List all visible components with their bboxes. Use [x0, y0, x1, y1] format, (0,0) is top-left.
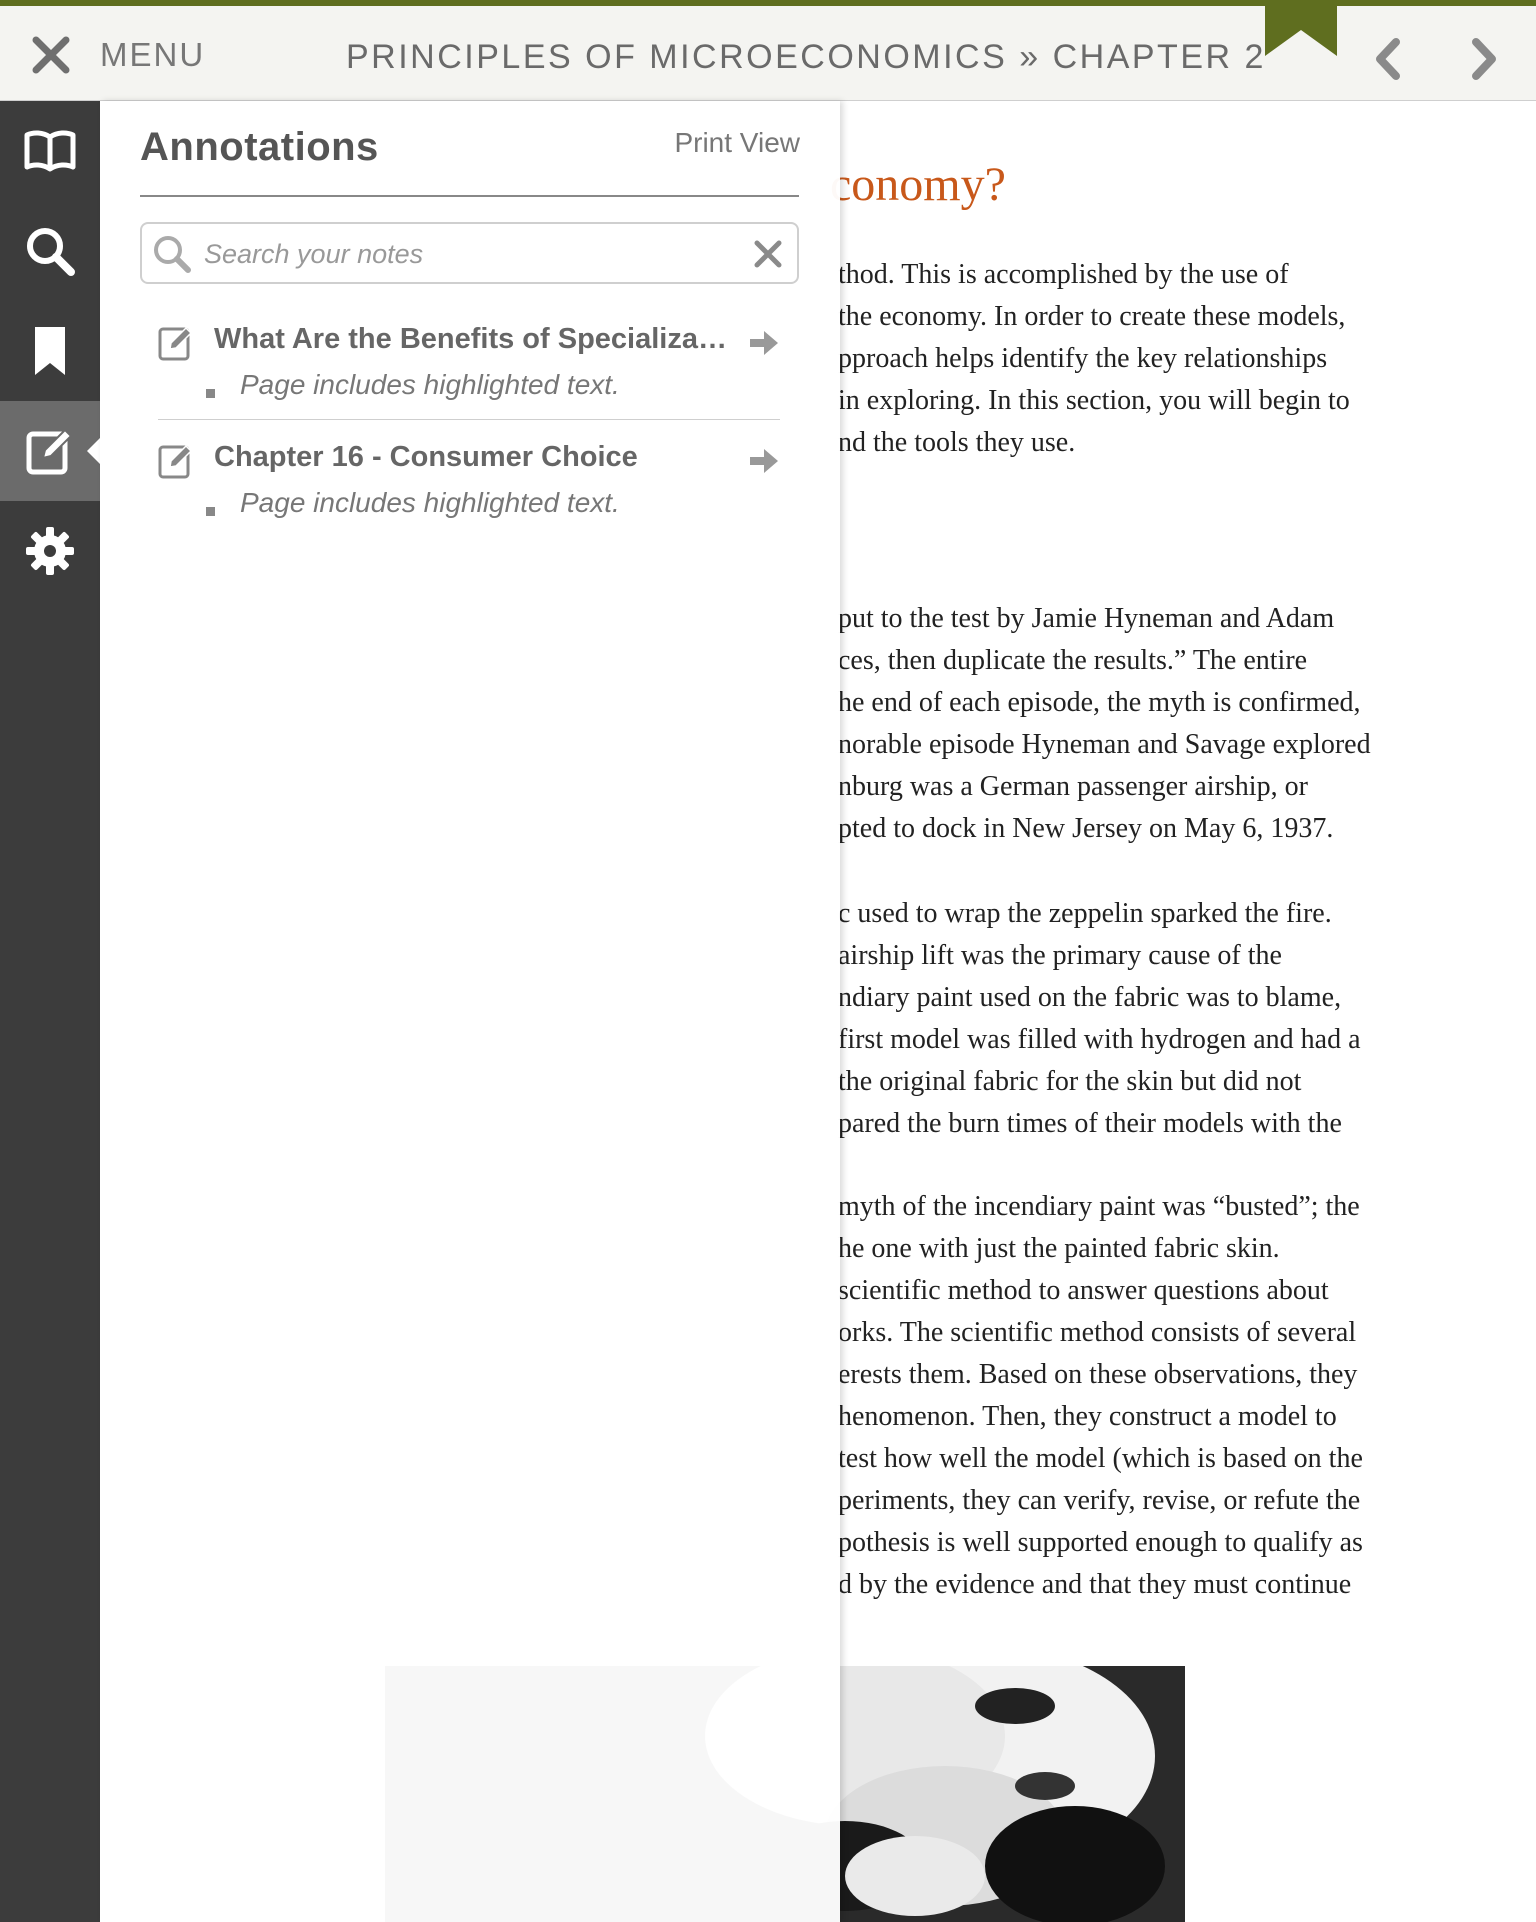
book-icon — [24, 130, 76, 172]
edit-note-icon — [158, 326, 193, 361]
annotate-icon — [26, 428, 73, 475]
annotations-panel: Annotations Print View What Are the Bene… — [100, 101, 840, 1922]
paragraph: thod. This is accomplished by the use of… — [838, 254, 1536, 464]
clear-search-icon[interactable] — [751, 237, 785, 271]
top-bar: MENU PRINCIPLES OF MICROECONOMICS » CHAP… — [0, 0, 1536, 101]
paragraph-line: nburg was a German passenger airship, or — [838, 771, 1308, 802]
paragraph-line: put to the test by Jamie Hyneman and Ada… — [838, 603, 1335, 634]
paragraph-line: scientific method to answer questions ab… — [838, 1275, 1329, 1306]
paragraph-line: in exploring. In this section, you will … — [838, 385, 1350, 416]
edit-note-icon — [158, 444, 193, 479]
sidebar-item-annotations[interactable] — [0, 401, 101, 501]
arrow-right-icon[interactable] — [748, 447, 780, 475]
paragraph-line: the original fabric for the skin but did… — [838, 1066, 1302, 1097]
icon-sidebar — [0, 101, 101, 1922]
annotation-description: Page includes highlighted text. — [240, 487, 620, 518]
paragraph-line: pared the burn times of their models wit… — [838, 1108, 1342, 1139]
paragraph-line: periments, they can verify, revise, or r… — [838, 1485, 1361, 1516]
paragraph-line: myth of the incendiary paint was “busted… — [838, 1191, 1360, 1222]
menu-label[interactable]: MENU — [100, 36, 205, 74]
section-heading-text: conomy? — [830, 158, 1006, 211]
close-icon[interactable] — [28, 32, 74, 78]
sidebar-item-search[interactable] — [0, 201, 100, 301]
paragraph-line: he end of each episode, the myth is conf… — [838, 687, 1361, 718]
bookmark-ribbon-icon[interactable] — [1265, 6, 1337, 56]
search-icon — [27, 228, 75, 276]
divider — [140, 195, 799, 197]
paragraph-line: ndiary paint used on the fabric was to b… — [838, 982, 1342, 1013]
paragraph: put to the test by Jamie Hyneman and Ada… — [838, 598, 1536, 850]
chevron-left-icon[interactable] — [1370, 36, 1404, 82]
bullet — [206, 389, 215, 398]
paragraph: c used to wrap the zeppelin sparked the … — [838, 893, 1536, 1145]
chevron-right-icon[interactable] — [1468, 36, 1502, 82]
annotation-description: Page includes highlighted text. — [240, 369, 620, 400]
paragraph-line: d by the evidence and that they must con… — [838, 1569, 1352, 1600]
arrow-right-icon[interactable] — [748, 329, 780, 357]
paragraph-line: thod. This is accomplished by the use of — [838, 259, 1289, 290]
paragraph-line: norable episode Hyneman and Savage explo… — [838, 729, 1371, 760]
bookmark-icon — [35, 327, 65, 375]
paragraph-line: nd the tools they use. — [838, 427, 1076, 458]
paragraph-line: pted to dock in New Jersey on May 6, 193… — [838, 813, 1334, 844]
paragraph: myth of the incendiary paint was “busted… — [838, 1186, 1536, 1606]
paragraph-line: henomenon. Then, they construct a model … — [838, 1401, 1337, 1432]
bullet — [206, 507, 215, 516]
book-title: PRINCIPLES OF MICROECONOMICS » CHAPTER 2 — [346, 38, 1266, 76]
paragraph-line: first model was filled with hydrogen and… — [838, 1024, 1361, 1055]
notes-search-box — [140, 222, 799, 284]
search-icon — [154, 236, 191, 273]
divider — [158, 419, 780, 420]
print-view-link[interactable]: Print View — [674, 127, 800, 159]
paragraph-line: airship lift was the primary cause of th… — [838, 940, 1282, 971]
annotation-title[interactable]: What Are the Benefits of Specialization … — [214, 323, 734, 356]
paragraph-line: he one with just the painted fabric skin… — [838, 1233, 1280, 1264]
paragraph-line: test how well the model (which is based … — [838, 1443, 1363, 1474]
paragraph-line: erests them. Based on these observations… — [838, 1359, 1358, 1390]
sidebar-item-contents[interactable] — [0, 101, 100, 201]
paragraph-line: pproach helps identify the key relations… — [838, 343, 1328, 374]
sidebar-item-settings[interactable] — [0, 501, 100, 601]
paragraph-line: the economy. In order to create these mo… — [838, 301, 1346, 332]
sidebar-item-bookmarks[interactable] — [0, 301, 100, 401]
paragraph-line: ces, then duplicate the results.” The en… — [838, 645, 1308, 676]
paragraph-line: c used to wrap the zeppelin sparked the … — [838, 898, 1332, 929]
paragraph-line: pothesis is well supported enough to qua… — [838, 1527, 1363, 1558]
paragraph-line: orks. The scientific method consists of … — [838, 1317, 1357, 1348]
panel-title: Annotations — [140, 125, 379, 169]
search-notes-input[interactable] — [202, 232, 726, 276]
gear-icon — [26, 527, 74, 575]
annotation-title[interactable]: Chapter 16 - Consumer Choice — [214, 441, 734, 474]
